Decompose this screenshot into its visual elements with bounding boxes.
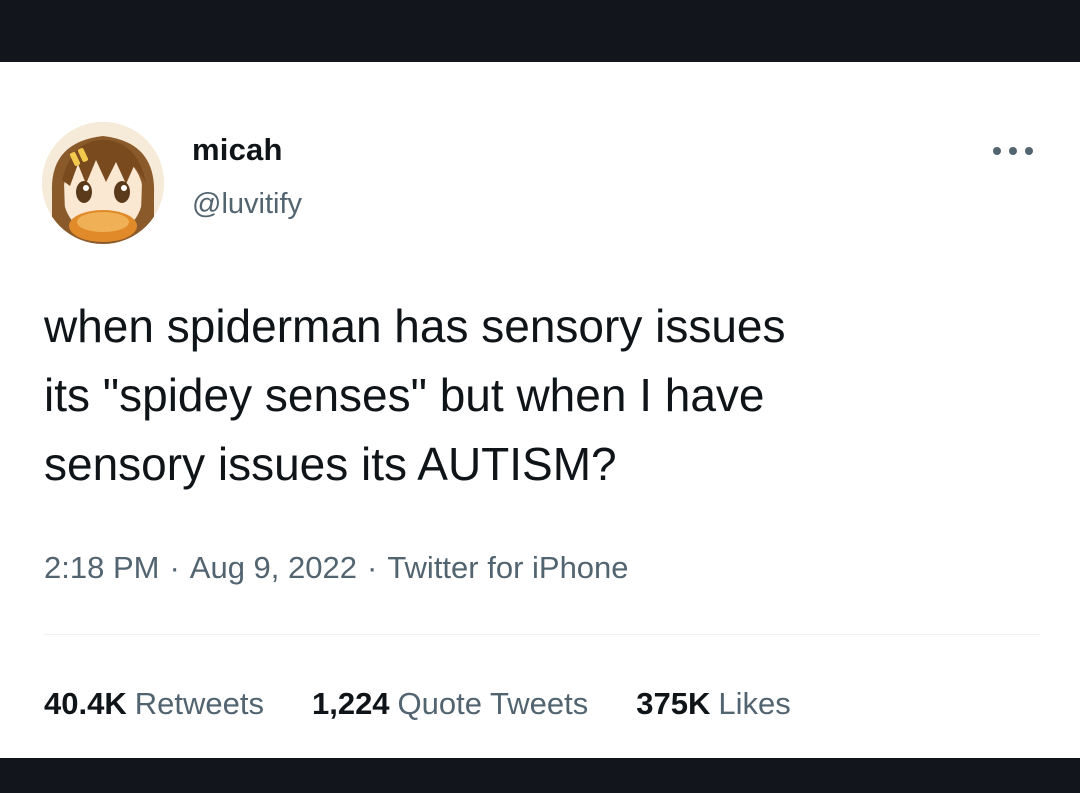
tweet-text: when spiderman has sensory issues its "s… (44, 292, 1054, 499)
meta-separator: · (366, 550, 378, 585)
handle[interactable]: @luvitify (192, 188, 302, 221)
tweet-stats: 40.4K Retweets 1,224 Quote Tweets 375K Like… (44, 686, 791, 722)
more-options-button[interactable] (986, 136, 1040, 166)
divider (44, 634, 1040, 635)
quote-tweets-label: Quote Tweets (397, 686, 589, 721)
more-options-icon (993, 147, 1033, 155)
anime-character-avatar-icon (42, 122, 164, 244)
tweet-text-line: sensory issues its AUTISM? (44, 438, 617, 490)
meta-separator: · (169, 550, 180, 585)
tweet-date[interactable]: Aug 9, 2022 (190, 550, 357, 585)
top-letterbox-bar (0, 0, 1080, 62)
quote-tweets-stat[interactable]: 1,224 Quote Tweets (312, 686, 588, 722)
tweet-metadata: 2:18 PM · Aug 9, 2022 · Twitter for iPhone (44, 550, 629, 586)
tweet-text-line: its "spidey senses" but when I have (44, 369, 765, 421)
retweets-count: 40.4K (44, 686, 127, 721)
quote-tweets-count: 1,224 (311, 686, 390, 721)
retweets-label: Retweets (134, 686, 264, 721)
retweets-stat[interactable]: 40.4K Retweets (44, 686, 264, 722)
bottom-letterbox-bar (0, 758, 1080, 793)
tweet-source[interactable]: Twitter for iPhone (387, 550, 628, 585)
likes-count: 375K (636, 686, 711, 721)
likes-stat[interactable]: 375K Likes (636, 686, 790, 722)
avatar[interactable] (42, 122, 164, 244)
display-name[interactable]: micah (192, 132, 283, 168)
tweet-time[interactable]: 2:18 PM (44, 550, 159, 585)
tweet-text-line: when spiderman has sensory issues (44, 300, 786, 352)
tweet-card: micah @luvitify when spiderman has senso… (0, 62, 1080, 758)
likes-label: Likes (718, 686, 791, 721)
